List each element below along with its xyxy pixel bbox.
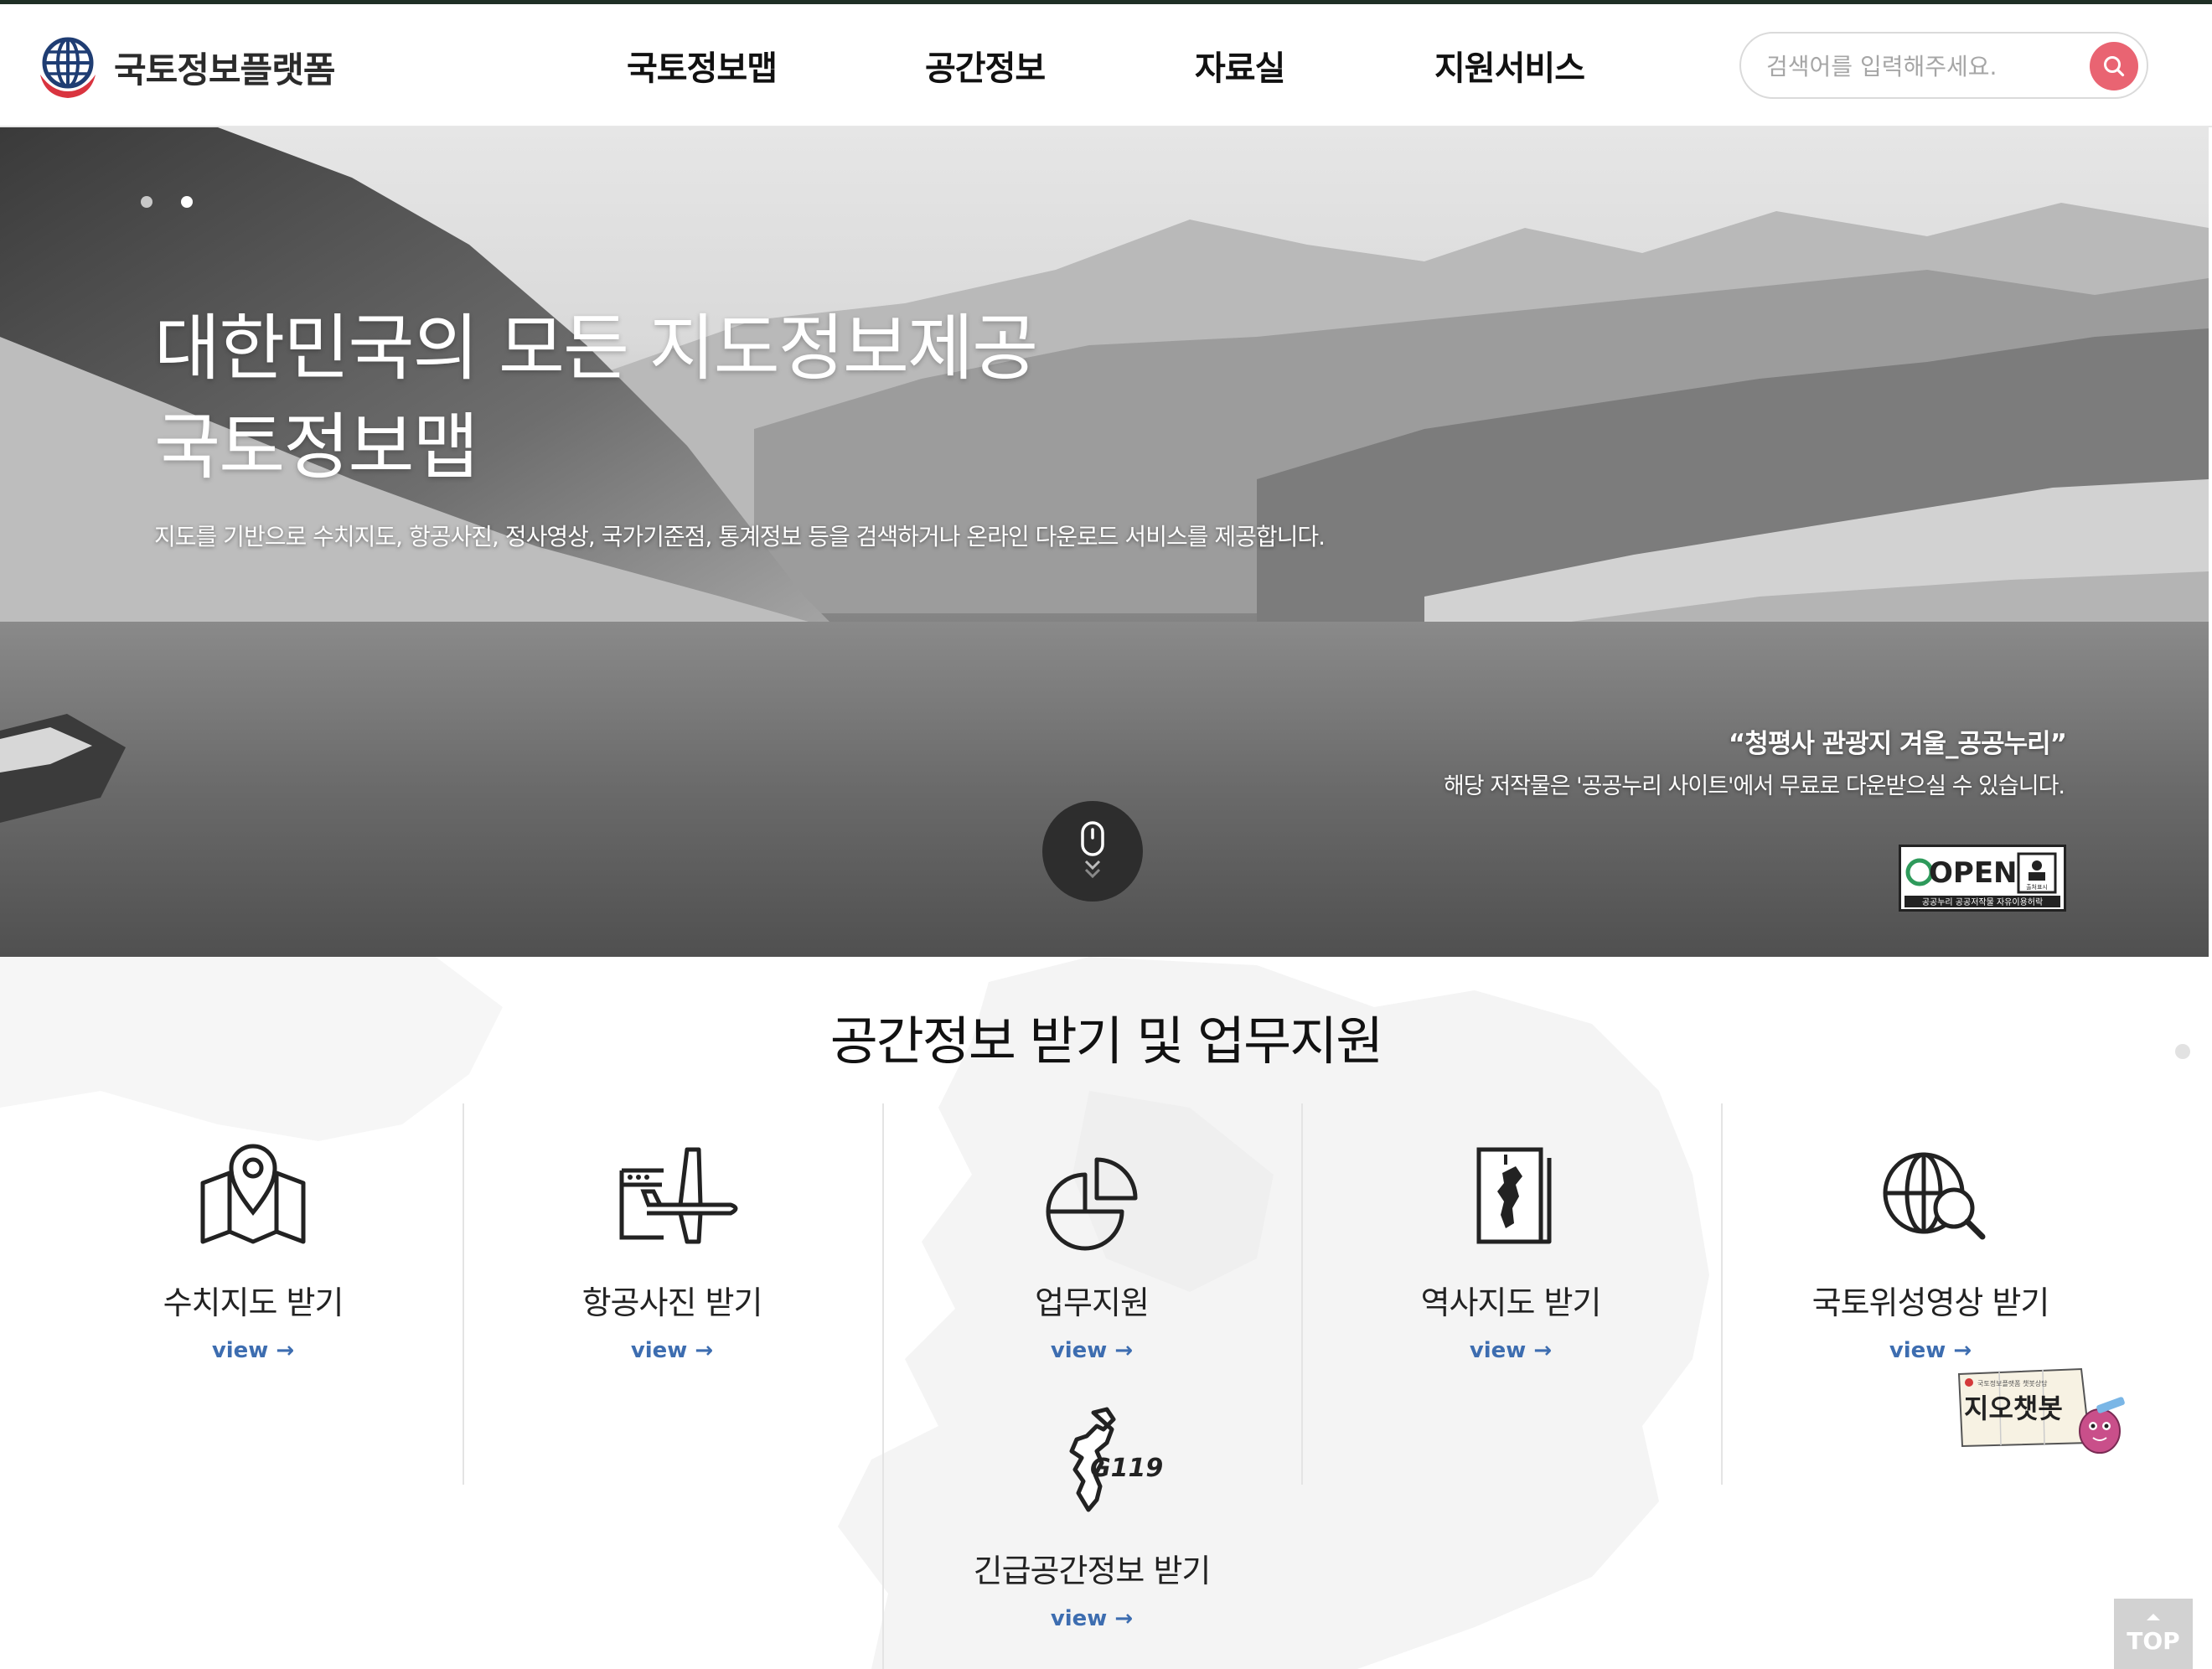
service-digital-map[interactable]: 수치지도 받기 view → <box>44 1124 463 1363</box>
hero-banner: 대한민국의 모든 지도정보제공 국토정보맵 지도를 기반으로 수치지도, 항공사… <box>0 127 2209 957</box>
services-section: 공간정보 받기 및 업무지원 수치지도 받기 view → 항공사진 받기 vi… <box>0 957 2209 1669</box>
search-button[interactable] <box>2090 42 2138 90</box>
license-title: OPEN <box>1929 856 2018 890</box>
service-satellite-image[interactable]: 국토위성영상 받기 view → <box>1721 1124 2140 1363</box>
pie-chart-icon <box>1046 1157 1138 1251</box>
slide-dot-1[interactable] <box>141 196 152 208</box>
service-view-link[interactable]: view → <box>631 1338 713 1363</box>
arrow-up-icon <box>2147 1614 2160 1620</box>
g119-text: G119 <box>1090 1454 1163 1483</box>
hero-title: 대한민국의 모든 지도정보제공 국토정보맵 <box>154 299 1038 497</box>
section-title: 공간정보 받기 및 업무지원 <box>830 1010 1384 1072</box>
license-type-label: 출처표시 <box>2026 883 2048 891</box>
hero-title-line-2: 국토정보맵 <box>154 406 479 489</box>
service-label: 항공사진 받기 <box>581 1284 763 1321</box>
person-icon <box>2032 860 2042 871</box>
nav-item-land-map[interactable]: 국토정보맵 <box>627 41 778 90</box>
service-view-link[interactable]: view → <box>1051 1338 1133 1363</box>
nav-item-spatial-info[interactable]: 공간정보 <box>925 41 1046 90</box>
mouse-scroll-icon <box>1081 821 1104 879</box>
service-historical-map[interactable]: 역사지도 받기 view → <box>1301 1124 1720 1363</box>
service-label: 역사지도 받기 <box>1420 1284 1602 1321</box>
airplane-icon <box>619 1147 738 1244</box>
service-emergency-spatial-info[interactable]: G119 긴급공간정보 받기 view → <box>882 1393 1301 1631</box>
arrow-right-icon: → <box>695 1338 714 1363</box>
service-label: 수치지도 받기 <box>163 1284 344 1321</box>
chatbot-tagline: 국토정보플랫폼 챗봇상담 <box>1977 1379 2048 1387</box>
hero-description: 지도를 기반으로 수치지도, 항공사진, 정사영상, 국가기준점, 통계정보 등… <box>154 523 1326 550</box>
arrow-right-icon: → <box>276 1338 295 1363</box>
slide-pagination <box>141 196 193 208</box>
service-label: 긴급공간정보 받기 <box>973 1553 1212 1589</box>
top-button-label: TOP <box>2127 1627 2180 1655</box>
arrow-right-icon: → <box>1953 1338 1972 1363</box>
service-label: 업무지원 <box>1035 1284 1150 1321</box>
g119-korea-icon: G119 <box>1069 1407 1163 1512</box>
license-subtitle: 공공누리 공공저작물 자유이용허락 <box>1922 897 2043 907</box>
side-indicator-dot <box>2175 1044 2190 1059</box>
service-work-support[interactable]: 업무지원 view → <box>882 1124 1301 1363</box>
photo-credit-title: “청평사 관광지 겨울_공공누리” <box>1728 729 2067 759</box>
globe-search-icon <box>1883 1152 1986 1240</box>
folded-map-pin-icon <box>200 1144 306 1244</box>
slide-dot-2[interactable] <box>181 196 193 208</box>
site-header: 국토정보플랫폼 국토정보맵 공간정보 자료실 지원서비스 <box>0 4 2212 127</box>
chatbot-label: 지오챗봇 <box>1964 1393 2063 1424</box>
service-aerial-photo[interactable]: 항공사진 받기 view → <box>463 1124 881 1363</box>
arrow-right-icon: → <box>1114 1338 1134 1363</box>
hero-title-line-1: 대한민국의 모든 지도정보제공 <box>154 307 1038 390</box>
geo-chatbot-button[interactable]: 국토정보플랫폼 챗봇상담 지오챗봇 <box>1956 1366 2132 1463</box>
arrow-right-icon: → <box>1114 1606 1134 1631</box>
nav-item-support[interactable]: 지원서비스 <box>1434 41 1585 90</box>
service-view-link[interactable]: view → <box>1889 1338 1972 1363</box>
service-view-link[interactable]: view → <box>212 1338 294 1363</box>
scroll-to-top-button[interactable]: TOP <box>2114 1599 2193 1669</box>
search-box <box>1739 32 2148 99</box>
scroll-down-button[interactable] <box>1042 801 1143 902</box>
search-input[interactable] <box>1765 45 2070 87</box>
open-license-logo: OPEN 출처표시 공공누리 공공저작물 자유이용허락 <box>1904 852 2060 907</box>
kogl-license-badge[interactable]: OPEN 출처표시 공공누리 공공저작물 자유이용허락 <box>1899 845 2066 912</box>
service-view-link[interactable]: view → <box>1051 1606 1133 1631</box>
service-view-link[interactable]: view → <box>1470 1338 1552 1363</box>
service-label: 국토위성영상 받기 <box>1811 1284 2050 1321</box>
arrow-right-icon: → <box>1533 1338 1553 1363</box>
chatbot-character-icon: 국토정보플랫폼 챗봇상담 지오챗봇 <box>1957 1367 2125 1454</box>
nav-item-archive[interactable]: 자료실 <box>1195 41 1285 90</box>
photo-credit-note: 해당 저작물은 '공공누리 사이트'에서 무료로 다운받으실 수 있습니다. <box>1443 773 2065 799</box>
korea-map-document-icon <box>1476 1147 1552 1244</box>
search-icon <box>2104 56 2125 77</box>
